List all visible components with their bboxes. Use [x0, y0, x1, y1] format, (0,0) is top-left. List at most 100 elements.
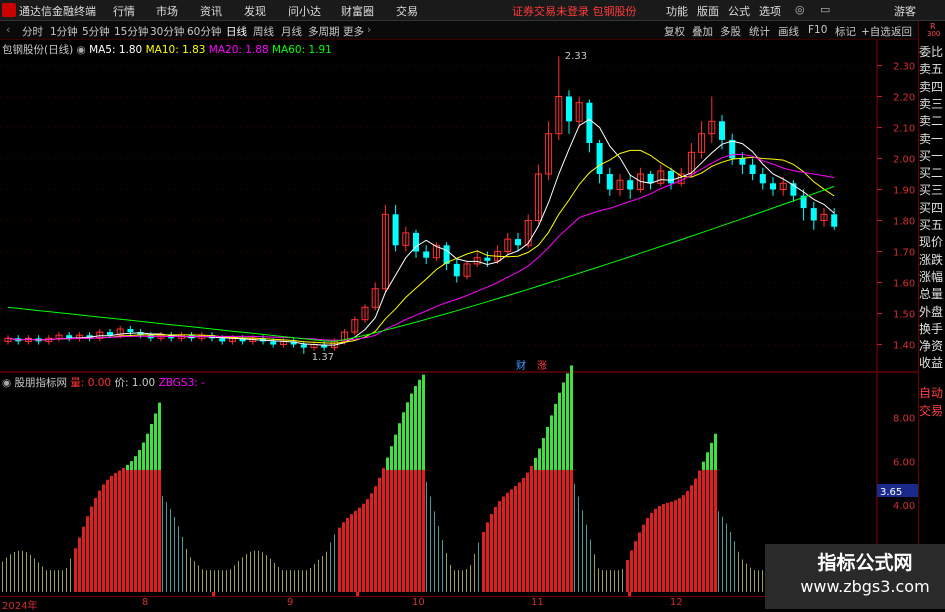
indicator-bar-green [126, 464, 129, 470]
indicator-bar [346, 517, 349, 592]
sidebar-item[interactable]: 卖二 [919, 113, 945, 131]
menu-gongneng[interactable]: 功能 [666, 3, 688, 19]
indicator-bar-red [566, 469, 569, 592]
indicator-bar [30, 554, 31, 592]
sidebar-item[interactable]: 自动 [919, 385, 945, 403]
more-chevron-icon[interactable]: › [367, 24, 371, 36]
indicator-bar-green [710, 442, 713, 470]
menu-gongshi[interactable]: 公式 [728, 3, 750, 19]
menu-shichang[interactable]: 市场 [156, 3, 178, 19]
menu-faxian[interactable]: 发现 [244, 3, 266, 19]
menu-caifuquan[interactable]: 财富圈 [341, 3, 374, 19]
chart-area[interactable]: 2.30 2.20 2.10 2.00 1.90 1.80 1.70 1.60 1.50 1.40… [0, 40, 918, 596]
menu-jiaoyi[interactable]: 交易 [396, 3, 418, 19]
period-15min[interactable]: 15分钟 [114, 24, 148, 39]
tool-duogu[interactable]: 多股 [720, 24, 741, 39]
price-tick-label: 1.60 [893, 279, 915, 290]
sidebar-item[interactable]: 涨跌 [919, 252, 945, 270]
sidebar-item[interactable]: 卖一 [919, 131, 945, 149]
menu-xuanxiang[interactable]: 选项 [759, 3, 781, 19]
menu-hangqing[interactable]: 行情 [113, 3, 135, 19]
ma20-line [7, 153, 835, 341]
sidebar-item[interactable]: 买三 [919, 182, 945, 200]
indicator-bar-green [562, 382, 565, 470]
indicator-bar-red [570, 469, 573, 592]
guest-label[interactable]: 游客 [894, 3, 916, 19]
chevron-left-icon[interactable]: ‹ [6, 23, 10, 36]
indicator-bar [18, 550, 19, 592]
indicator-name[interactable]: 股朋指标网 [15, 377, 68, 389]
sidebar-item[interactable]: 买一 [919, 148, 945, 166]
period-multi[interactable]: 多周期 [308, 24, 340, 39]
period-weekly[interactable]: 周线 [253, 24, 274, 39]
indicator-bar [658, 506, 661, 592]
indicator-bar [690, 485, 693, 592]
sidebar-item[interactable]: 现价 [919, 234, 945, 252]
sidebar-item[interactable]: 净资 [919, 338, 945, 356]
indicator-bar [114, 473, 117, 592]
sidebar-item[interactable]: 卖五 [919, 61, 945, 79]
period-monthly[interactable]: 月线 [281, 24, 302, 39]
sidebar-item[interactable]: 收益 [919, 355, 945, 373]
indicator-bar [762, 570, 763, 592]
period-fenshi[interactable]: 分时 [22, 24, 43, 39]
period-30min[interactable]: 30分钟 [150, 24, 184, 39]
sidebar-item[interactable]: 涨幅 [919, 269, 945, 287]
sidebar-item[interactable]: 总量 [919, 286, 945, 304]
tool-fuquan[interactable]: 复权 [664, 24, 685, 39]
minimize-icon[interactable]: ▭ [820, 3, 830, 16]
headset-icon[interactable]: ◎ [795, 3, 805, 16]
sidebar-item[interactable]: 卖三 [919, 96, 945, 114]
login-warning[interactable]: 证券交易未登录 包钢股份 [512, 3, 637, 19]
indicator-bar [662, 504, 665, 592]
sidebar-item[interactable]: 外盘 [919, 304, 945, 322]
indicator-bar-red [394, 469, 397, 592]
sidebar-item[interactable]: 买五 [919, 217, 945, 235]
tool-f10[interactable]: F10 [808, 24, 827, 36]
indicator-legend: ◉ 股朋指标网 量: 0.00 价: 1.00 ZBGS3: - [2, 375, 205, 390]
indicator-bar [698, 470, 701, 592]
period-more[interactable]: 更多 [343, 24, 364, 39]
menu-banmian[interactable]: 版面 [697, 3, 719, 19]
tool-diejia[interactable]: 叠加 [692, 24, 713, 39]
period-60min[interactable]: 60分钟 [187, 24, 221, 39]
menu-wenxiaoda[interactable]: 问小达 [288, 3, 321, 19]
indicator-bar [266, 555, 267, 592]
indicator-bar [526, 472, 529, 592]
indicator-bar [466, 568, 467, 592]
indicator-bar-green [714, 433, 717, 470]
tool-zixuan[interactable]: +自选 [861, 24, 891, 39]
indicator-bar [2, 561, 3, 592]
sidebar-item[interactable]: 买四 [919, 200, 945, 218]
stock-name[interactable]: 包钢股份(日线) [2, 44, 73, 56]
sidebar-item[interactable]: 委比 [919, 44, 945, 62]
indicator-settings-icon[interactable]: ◉ [2, 377, 11, 389]
tool-biaoji[interactable]: 标记 [835, 24, 856, 39]
tool-fanhui[interactable]: 返回 [891, 24, 912, 39]
indicator-bar [438, 525, 439, 592]
period-5min[interactable]: 5分钟 [82, 24, 110, 39]
indicator-bar [10, 554, 11, 592]
tool-huaxian[interactable]: 画线 [778, 24, 799, 39]
app-logo-icon [2, 3, 16, 17]
candle-body-down [515, 239, 521, 246]
menu-zixun[interactable]: 资讯 [200, 3, 222, 19]
current-value-label: 3.65 [880, 487, 902, 498]
sidebar-item[interactable]: 交易 [919, 403, 945, 421]
tool-tongji[interactable]: 统计 [749, 24, 770, 39]
indicator-bar [726, 523, 727, 592]
indicator-bar [94, 497, 97, 592]
indicator-bar [218, 570, 219, 592]
indicator-bar [302, 570, 303, 592]
sidebar-item[interactable]: 换手 [919, 321, 945, 339]
indicator-bar [298, 570, 299, 592]
indicator-bar-green [542, 438, 545, 470]
sidebar-item[interactable]: 买二 [919, 165, 945, 183]
indicator-bar [182, 536, 183, 592]
indicator-bar [606, 570, 607, 592]
period-1min[interactable]: 1分钟 [50, 24, 78, 39]
settings-icon[interactable]: ◉ [77, 44, 86, 56]
sidebar-item[interactable]: 卖四 [919, 79, 945, 97]
period-daily[interactable]: 日线 [226, 24, 247, 39]
price-label: 价: 1.00 [114, 377, 156, 389]
